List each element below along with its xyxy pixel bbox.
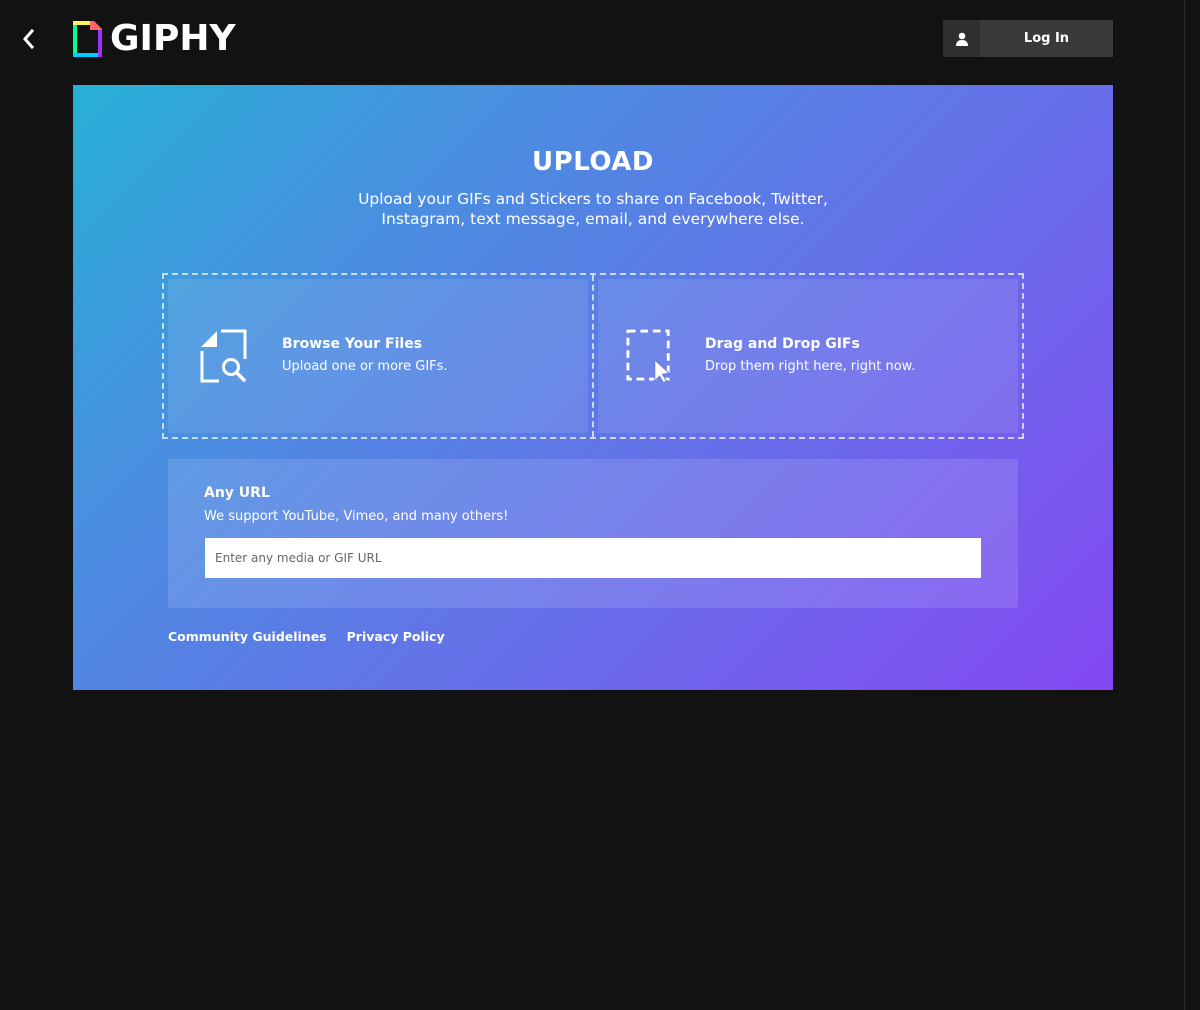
login-label: Log In (1023, 31, 1070, 46)
browse-files-zone[interactable]: Browse Your Files Upload one or more GIF… (164, 275, 594, 437)
drag-drop-text: Drag and Drop GIFs Drop them right here,… (705, 335, 915, 377)
drag-drop-title: Drag and Drop GIFs (705, 336, 860, 352)
media-url-input[interactable] (205, 538, 981, 578)
login-icon-box (943, 20, 980, 57)
logo-text: GIPHY (110, 18, 236, 59)
upload-panel: UPLOAD Upload your GIFs and Stickers to … (73, 85, 1113, 690)
page-subtitle: Upload your GIFs and Stickers to share o… (358, 190, 828, 228)
file-search-icon (200, 329, 247, 383)
url-upload-section: Any URL We support YouTube, Vimeo, and m… (168, 459, 1018, 608)
page-title: UPLOAD (532, 147, 654, 177)
community-guidelines-link[interactable]: Community Guidelines (168, 629, 327, 644)
footer-links: Community Guidelines Privacy Policy (168, 629, 445, 644)
back-button[interactable] (14, 24, 42, 54)
scrollbar[interactable] (1184, 0, 1200, 1010)
drag-drop-description: Drop them right here, right now. (705, 359, 916, 374)
browse-text: Browse Your Files Upload one or more GIF… (282, 335, 448, 377)
browse-description: Upload one or more GIFs. (282, 359, 448, 374)
user-icon (955, 32, 968, 46)
browse-title: Browse Your Files (282, 336, 423, 352)
chevron-left-icon (23, 28, 35, 50)
drag-drop-zone[interactable]: Drag and Drop GIFs Drop them right here,… (594, 275, 1022, 437)
login-button[interactable]: Log In (943, 20, 1113, 57)
privacy-policy-link[interactable]: Privacy Policy (347, 629, 445, 644)
url-section-description: We support YouTube, Vimeo, and many othe… (204, 509, 509, 524)
giphy-logo-icon (73, 21, 102, 57)
upload-drop-zone[interactable]: Browse Your Files Upload one or more GIF… (162, 273, 1024, 439)
top-header: GIPHY Log In (0, 0, 1185, 85)
url-section-title: Any URL (204, 485, 270, 501)
dashed-select-cursor-icon (626, 329, 671, 383)
giphy-logo[interactable]: GIPHY (73, 21, 236, 57)
